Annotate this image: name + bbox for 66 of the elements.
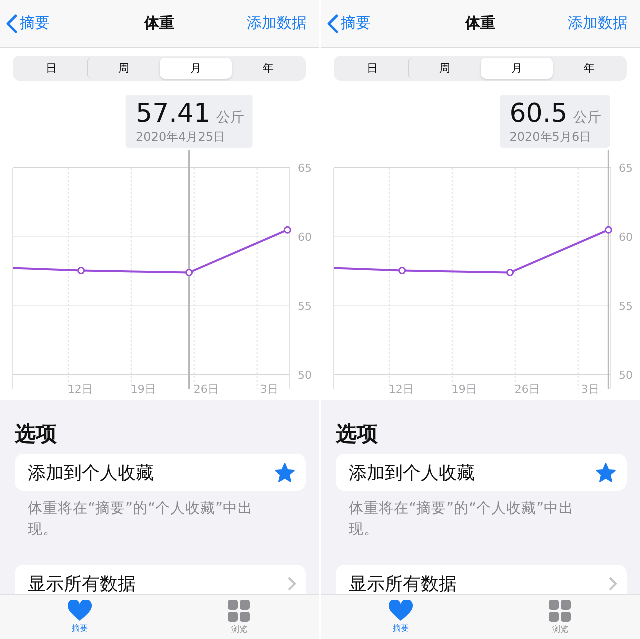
- favorite-label: 添加到个人收藏: [28, 462, 154, 484]
- show-all-row[interactable]: 显示所有数据: [336, 565, 627, 594]
- period-segment[interactable]: 月: [480, 58, 553, 79]
- y-axis-label: 55: [619, 300, 633, 313]
- data-point: [604, 226, 612, 234]
- x-axis-label: 26日: [194, 383, 219, 396]
- data-point: [78, 267, 86, 275]
- period-segment[interactable]: 日: [336, 58, 408, 79]
- favorite-row[interactable]: 添加到个人收藏: [15, 454, 306, 491]
- y-axis-label: 65: [298, 162, 312, 175]
- add-data-button[interactable]: 添加数据: [247, 14, 307, 33]
- weight-value: 57.41: [136, 99, 210, 129]
- favorite-label: 添加到个人收藏: [349, 462, 475, 484]
- back-button[interactable]: 摘要: [327, 14, 371, 34]
- x-axis-label: 19日: [130, 383, 156, 396]
- x-axis-label: 3日: [581, 383, 600, 396]
- x-axis-label: 19日: [452, 383, 477, 396]
- date-label: 2020年5月6日: [510, 129, 593, 146]
- favorite-note: 体重将在“摘要”的“个人收藏”中出现。: [27, 500, 254, 540]
- weight-value: 60.5: [510, 99, 568, 129]
- favorite-note: 体重将在“摘要”的“个人收藏”中出现。: [348, 500, 576, 540]
- heart-icon: [68, 600, 92, 621]
- period-segment[interactable]: 年: [552, 58, 625, 79]
- y-axis-label: 50: [298, 369, 312, 382]
- y-axis-label: 55: [298, 300, 312, 313]
- x-axis-label: 12日: [388, 383, 414, 396]
- tab-item[interactable]: 摘要: [321, 595, 480, 639]
- y-axis-label: 65: [619, 162, 633, 175]
- x-axis-label: 26日: [514, 383, 540, 396]
- data-point: [284, 226, 292, 234]
- section-heading: 选项: [15, 421, 58, 448]
- show-all-label: 显示所有数据: [349, 572, 457, 594]
- x-axis-label: 12日: [68, 383, 93, 396]
- section-heading: 选项: [336, 421, 379, 448]
- chevron-left-icon: [327, 14, 339, 34]
- date-label: 2020年4月25日: [136, 129, 226, 146]
- y-axis-label: 60: [619, 231, 633, 244]
- back-label[interactable]: 摘要: [341, 14, 371, 33]
- y-axis-label: 50: [619, 369, 633, 382]
- favorite-row[interactable]: 添加到个人收藏: [336, 454, 627, 491]
- grid-icon: [228, 600, 250, 622]
- show-all-label: 显示所有数据: [28, 572, 136, 594]
- data-point: [186, 269, 194, 276]
- y-axis-label: 60: [298, 231, 312, 244]
- period-segment[interactable]: 日: [15, 58, 88, 79]
- period-segment[interactable]: 年: [232, 58, 304, 79]
- page-title: 体重: [144, 14, 174, 33]
- grid-icon: [549, 600, 572, 622]
- heart-icon: [388, 600, 413, 621]
- back-button[interactable]: 摘要: [6, 14, 50, 34]
- chevron-right-icon: [288, 576, 296, 590]
- back-label[interactable]: 摘要: [20, 14, 50, 33]
- star-icon[interactable]: [595, 462, 617, 484]
- add-data-button[interactable]: 添加数据: [568, 14, 628, 33]
- chevron-right-icon: [609, 576, 617, 590]
- tab-item[interactable]: 摘要: [0, 595, 160, 639]
- show-all-row[interactable]: 显示所有数据: [15, 565, 306, 594]
- period-segment[interactable]: 月: [160, 58, 232, 79]
- x-axis-label: 3日: [260, 383, 278, 396]
- unit-label: 公斤: [574, 109, 602, 127]
- unit-label: 公斤: [216, 109, 244, 127]
- chevron-left-icon: [6, 14, 18, 34]
- page-title: 体重: [466, 14, 496, 33]
- star-icon[interactable]: [274, 462, 296, 484]
- data-point: [398, 267, 406, 275]
- data-point: [506, 269, 514, 276]
